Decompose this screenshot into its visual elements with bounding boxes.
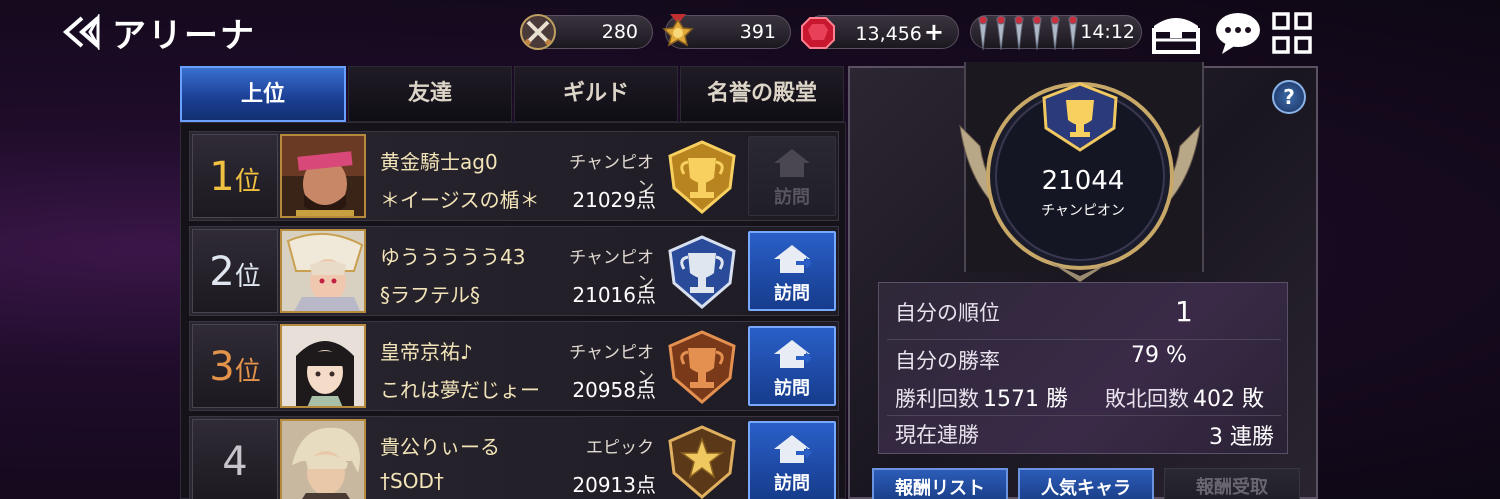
key-timer: 14:12 xyxy=(1080,21,1135,43)
guild-name: §ラフテル§ xyxy=(380,283,480,307)
losses-value: 402 敗 xyxy=(1193,387,1264,412)
ranking-list[interactable]: 1位 黄金騎士ag0 チャンピオン ＊イージスの楯＊ 21029点 訪問 2位 … xyxy=(180,122,846,499)
tab-friends[interactable]: 友達 xyxy=(348,66,512,122)
avatar[interactable] xyxy=(280,419,366,499)
streak-value: 3 連勝 xyxy=(1209,425,1274,450)
key-icon xyxy=(978,15,1078,51)
wins-label: 勝利回数 xyxy=(895,387,979,411)
ranking-row: 1位 黄金騎士ag0 チャンピオン ＊イージスの楯＊ 21029点 訪問 xyxy=(189,131,839,221)
rank-label: 4 xyxy=(192,419,278,499)
losses-label: 敗北回数 xyxy=(1105,387,1189,411)
gem-icon xyxy=(801,17,835,49)
tab-top[interactable]: 上位 xyxy=(180,66,346,122)
win-rate-value: 79 % xyxy=(1131,343,1187,368)
streak-label: 現在連勝 xyxy=(895,423,979,447)
medal-value: 391 xyxy=(739,21,776,43)
player-score: 21029点 xyxy=(572,188,656,212)
player-score: 20958点 xyxy=(572,378,656,402)
visit-button[interactable]: 訪問 xyxy=(748,326,836,406)
player-name: 黄金騎士ag0 xyxy=(380,150,498,174)
profile-tier: チャンピオン xyxy=(1041,203,1125,219)
wins-value: 1571 勝 xyxy=(983,387,1068,412)
player-name: 貴公りぃーる xyxy=(380,435,500,459)
avatar[interactable] xyxy=(280,324,366,408)
bronze-trophy-emblem xyxy=(662,328,742,406)
swords-icon xyxy=(520,14,556,50)
ranking-row: 3位 皇帝京祐♪ チャンピオン これは夢だじょー 20958点 訪問 xyxy=(189,321,839,411)
player-name: 皇帝京祐♪ xyxy=(380,340,473,364)
visit-button[interactable]: 訪問 xyxy=(748,231,836,311)
guild-name: ＊イージスの楯＊ xyxy=(380,188,540,212)
reward-list-button[interactable]: 報酬リスト xyxy=(872,468,1008,499)
swords-counter: 280 xyxy=(520,14,653,50)
gem-value: 13,456 xyxy=(855,23,922,45)
rank-label: 1位 xyxy=(192,134,278,218)
my-rank-value: 1 xyxy=(1175,295,1193,328)
player-score: 21016点 xyxy=(572,283,656,307)
visit-button[interactable]: 訪問 xyxy=(748,421,836,499)
page-title: アリーナ xyxy=(112,16,256,56)
tab-guild[interactable]: ギルド xyxy=(514,66,678,122)
avatar[interactable] xyxy=(280,134,366,218)
guild-name: これは夢だじょー xyxy=(380,378,540,402)
ranking-row: 4 貴公りぃーる エピック †SOD† 20913点 訪問 xyxy=(189,416,839,499)
avatar[interactable] xyxy=(280,229,366,313)
player-tier: エピック xyxy=(586,438,654,458)
ranking-row: 2位 ゆううううう43 チャンピオン §ラフテル§ 21016点 訪問 xyxy=(189,226,839,316)
my-rank-label: 自分の順位 xyxy=(895,301,1000,325)
player-score: 20913点 xyxy=(572,473,656,497)
gem-counter: 13,456+ xyxy=(801,15,959,49)
gold-trophy-emblem xyxy=(662,138,742,216)
help-button[interactable]: ? xyxy=(1272,80,1306,114)
rank-label: 3位 xyxy=(192,324,278,408)
claim-rewards-button[interactable]: 報酬受取 xyxy=(1164,468,1300,499)
chat-icon[interactable] xyxy=(1212,10,1264,56)
chest-icon[interactable] xyxy=(1150,10,1202,56)
menu-grid-icon[interactable] xyxy=(1270,10,1314,56)
swords-value: 280 xyxy=(601,21,638,43)
popular-characters-button[interactable]: 人気キャラ xyxy=(1018,468,1154,499)
stats-panel: 自分の順位 1 自分の勝率 79 % 勝利回数 1571 勝 敗北回数 402 … xyxy=(878,282,1288,454)
epic-star-emblem xyxy=(662,423,742,499)
divider xyxy=(887,339,1281,340)
back-arrow-icon[interactable] xyxy=(62,12,106,52)
divider xyxy=(887,415,1281,416)
tab-hall-of-fame[interactable]: 名誉の殿堂 xyxy=(680,66,844,122)
win-rate-label: 自分の勝率 xyxy=(895,349,1000,373)
medal-counter: 391 xyxy=(662,14,791,49)
add-gems-button[interactable]: + xyxy=(924,18,944,46)
key-counter: 14:12 xyxy=(970,15,1142,51)
ranking-tabs: 上位 友達 ギルド 名誉の殿堂 xyxy=(180,66,846,122)
profile-score: 21044 xyxy=(1041,166,1125,196)
guild-name: †SOD† xyxy=(380,469,444,493)
visit-button[interactable]: 訪問 xyxy=(748,136,836,216)
top-bar: アリーナ 280 391 13,456+ 14:12 xyxy=(0,0,1500,64)
medal-icon xyxy=(662,14,694,47)
player-name: ゆううううう43 xyxy=(380,245,526,269)
rank-label: 2位 xyxy=(192,229,278,313)
silver-trophy-emblem xyxy=(662,233,742,311)
